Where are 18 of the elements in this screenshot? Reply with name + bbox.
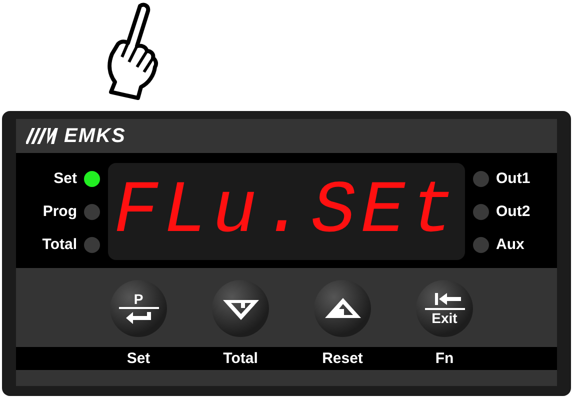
indicator-label: Set xyxy=(54,170,77,187)
up-triangle-icon xyxy=(324,298,360,320)
enter-arrow-icon xyxy=(118,307,158,325)
brand-logo: EMKS xyxy=(64,124,126,148)
key-caption: Set xyxy=(126,350,152,367)
indicator-label: Out2 xyxy=(496,203,530,220)
key-caption: Fn xyxy=(434,350,455,367)
key-caption: Reset xyxy=(321,350,364,367)
exit-key[interactable]: Exit xyxy=(416,280,473,337)
indicator-label: Out1 xyxy=(496,170,530,187)
display-readout: FLu.SEt xyxy=(114,170,460,254)
back-arrow-icon xyxy=(424,291,464,311)
indicator-label: Total xyxy=(42,236,77,253)
indicator-label: Aux xyxy=(496,236,524,253)
key-caption: Total xyxy=(222,350,259,367)
prog-key[interactable]: P xyxy=(110,280,167,337)
down-triangle-icon xyxy=(222,298,258,320)
indicator-label: Prog xyxy=(42,203,77,220)
